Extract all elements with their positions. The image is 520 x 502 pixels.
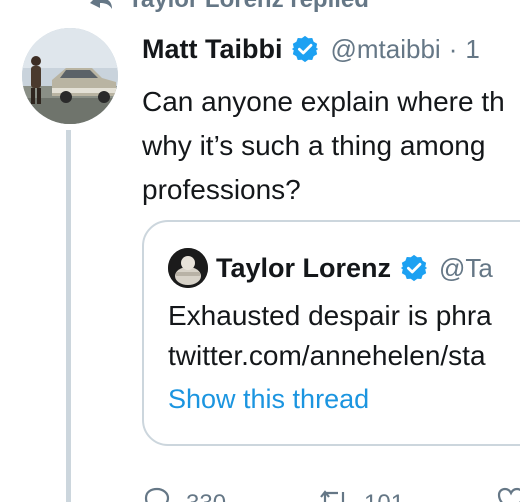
tweet-text-line: professions? <box>142 174 301 205</box>
social-context[interactable]: Taylor Lorenz replied <box>88 0 369 14</box>
quoted-author-handle: @Ta <box>439 252 493 283</box>
quoted-author-avatar <box>168 248 208 288</box>
quoted-text-link[interactable]: twitter.com/annehelen/sta <box>168 336 492 376</box>
reply-button[interactable]: 330 <box>142 486 226 502</box>
tweet-text-line: Can anyone explain where th <box>142 86 505 117</box>
tweet-actions: 330 101 <box>142 486 520 502</box>
tweet-page: Taylor Lorenz replied Matt Taibbi <box>0 0 520 502</box>
like-icon <box>496 486 520 502</box>
quoted-text-line: Exhausted despair is phra <box>168 300 492 331</box>
retweet-button[interactable]: 101 <box>318 486 404 502</box>
thread-connector <box>66 130 71 502</box>
author-avatar[interactable] <box>22 28 118 124</box>
tweet-header: Matt Taibbi @mtaibbi · 1 <box>142 28 480 70</box>
quoted-tweet-text: Exhausted despair is phra twitter.com/an… <box>168 296 492 376</box>
reply-arrow-icon <box>88 0 114 11</box>
verified-badge-icon <box>399 253 429 283</box>
retweet-icon <box>318 486 350 502</box>
social-context-text: Taylor Lorenz replied <box>128 0 369 14</box>
quoted-author-name: Taylor Lorenz <box>216 252 392 283</box>
verified-badge-icon <box>290 34 320 64</box>
tweet-timestamp[interactable]: 1 <box>465 34 479 65</box>
like-button[interactable] <box>496 486 520 502</box>
tweet-text: Can anyone explain where th why it’s suc… <box>142 80 520 212</box>
reply-count: 330 <box>186 490 226 502</box>
show-thread-link[interactable]: Show this thread <box>168 384 369 415</box>
author-name[interactable]: Matt Taibbi <box>142 34 282 65</box>
retweet-count: 101 <box>364 490 404 502</box>
reply-icon <box>142 486 172 502</box>
header-separator: · <box>448 33 458 64</box>
quoted-tweet-card[interactable]: Taylor Lorenz @Ta Exhausted despair is p… <box>142 220 520 446</box>
author-handle[interactable]: @mtaibbi <box>330 34 440 65</box>
quoted-tweet-header: Taylor Lorenz @Ta <box>168 246 493 290</box>
tweet-text-line: why it’s such a thing among <box>142 130 486 161</box>
